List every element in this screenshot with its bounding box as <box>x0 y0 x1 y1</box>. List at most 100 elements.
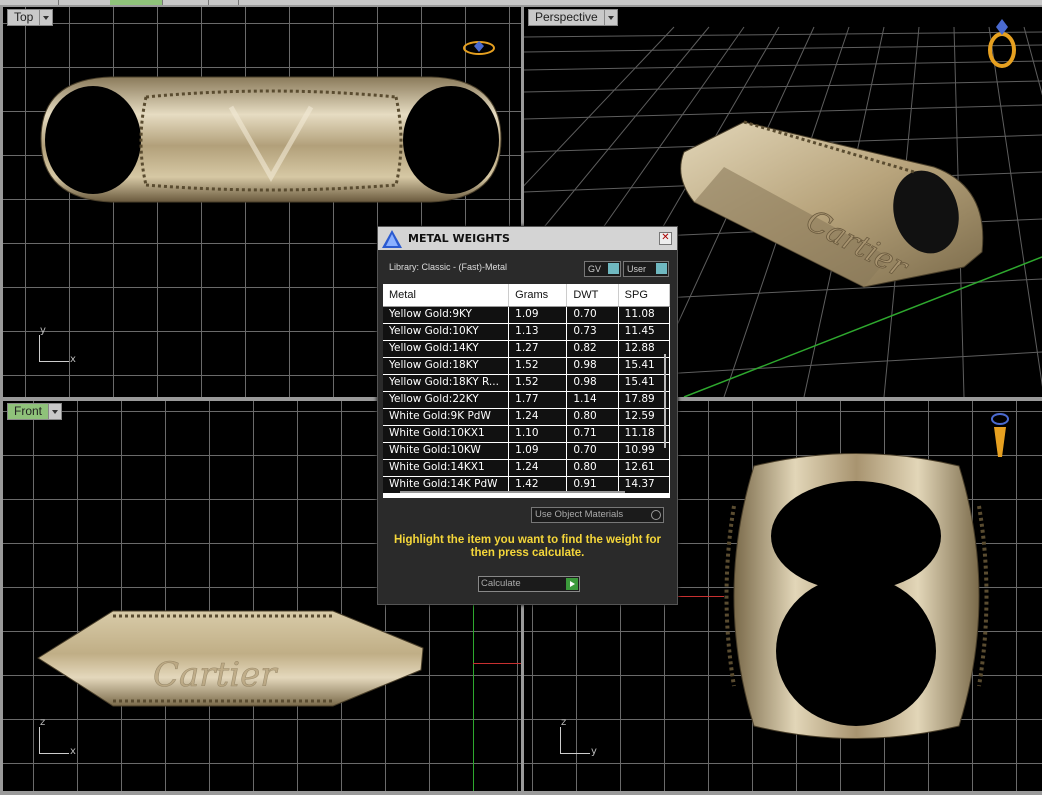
table-row[interactable]: Yellow Gold:18KY R... 1.52 0.98 15.41 <box>383 375 670 392</box>
cell-spg: 12.88 <box>619 341 670 357</box>
cell-grams: 1.77 <box>509 392 568 408</box>
cell-dwt: 0.82 <box>567 341 619 357</box>
viewport-top-label[interactable]: Top <box>7 9 54 26</box>
cell-dwt: 0.98 <box>567 375 619 391</box>
axis-label-a: z <box>561 717 567 728</box>
toggle-knob-icon <box>656 263 667 274</box>
engraving-text: Cartier <box>153 655 278 695</box>
table-row[interactable]: Yellow Gold:9KY 1.09 0.70 11.08 <box>383 307 670 324</box>
axis-label-b: x <box>70 354 76 365</box>
cell-metal: White Gold:10KW <box>383 443 510 459</box>
toggle-knob-icon <box>608 263 619 274</box>
col-header-metal[interactable]: Metal <box>383 284 510 306</box>
play-icon[interactable] <box>566 578 578 590</box>
cell-dwt: 0.70 <box>567 307 619 323</box>
instruction-text: Highlight the item you want to find the … <box>393 534 662 559</box>
cell-metal: Yellow Gold:22KY <box>383 392 510 408</box>
cell-metal: Yellow Gold:18KY R... <box>383 375 510 391</box>
table-row[interactable]: White Gold:9K PdW 1.24 0.80 12.59 <box>383 409 670 426</box>
cell-dwt: 0.73 <box>567 324 619 340</box>
close-icon[interactable]: ✕ <box>659 232 672 245</box>
table-row[interactable]: Yellow Gold:14KY 1.27 0.82 12.88 <box>383 341 670 358</box>
view-ring-icon[interactable] <box>461 37 497 59</box>
axis-label-a: y <box>40 325 46 336</box>
cell-dwt: 0.70 <box>567 443 619 459</box>
cell-spg: 14.37 <box>619 477 670 493</box>
cell-metal: White Gold:10KX1 <box>383 426 510 442</box>
table-row[interactable]: White Gold:10KW 1.09 0.70 10.99 <box>383 443 670 460</box>
cell-dwt: 1.14 <box>567 392 619 408</box>
axis-indicator: z y <box>557 717 597 759</box>
table-row[interactable]: Yellow Gold:22KY 1.77 1.14 17.89 <box>383 392 670 409</box>
cell-spg: 12.59 <box>619 409 670 425</box>
cell-spg: 11.18 <box>619 426 670 442</box>
col-header-spg[interactable]: SPG <box>619 284 670 306</box>
cell-spg: 11.45 <box>619 324 670 340</box>
cell-metal: Yellow Gold:9KY <box>383 307 510 323</box>
cell-grams: 1.27 <box>509 341 568 357</box>
app-logo-icon <box>382 230 402 248</box>
cell-spg: 10.99 <box>619 443 670 459</box>
library-label: Library: Classic - (Fast)-Metal <box>389 262 508 272</box>
user-toggle-label: User <box>627 264 647 274</box>
calculate-label: Calculate <box>481 578 521 589</box>
chevron-down-icon[interactable] <box>49 403 63 420</box>
table-row[interactable]: White Gold:10KX1 1.10 0.71 11.18 <box>383 426 670 443</box>
use-object-materials-option[interactable]: Use Object Materials <box>531 507 664 523</box>
table-row[interactable]: Yellow Gold:18KY 1.52 0.98 15.41 <box>383 358 670 375</box>
metal-weights-dialog: METAL WEIGHTS ✕ Library: Classic - (Fast… <box>377 226 678 605</box>
view-ring-icon[interactable] <box>982 15 1022 71</box>
ring-top-view <box>40 76 502 203</box>
axis-label-a: z <box>40 717 46 728</box>
gv-toggle[interactable]: GV <box>584 261 621 277</box>
col-header-dwt[interactable]: DWT <box>567 284 619 306</box>
horizontal-scrollbar[interactable] <box>400 491 625 493</box>
use-object-materials-label: Use Object Materials <box>535 509 624 520</box>
cell-grams: 1.52 <box>509 358 568 374</box>
cell-metal: Yellow Gold:14KY <box>383 341 510 357</box>
cell-grams: 1.24 <box>509 460 568 476</box>
cell-spg: 12.61 <box>619 460 670 476</box>
axis-indicator: z x <box>36 717 76 759</box>
viewport-perspective-title: Perspective <box>528 9 605 26</box>
table-row[interactable]: White Gold:14KX1 1.24 0.80 12.61 <box>383 460 670 477</box>
radio-icon[interactable] <box>651 510 661 520</box>
cell-metal: White Gold:9K PdW <box>383 409 510 425</box>
cell-grams: 1.09 <box>509 443 568 459</box>
chevron-down-icon[interactable] <box>604 9 618 26</box>
calculate-button[interactable]: Calculate <box>478 576 580 592</box>
view-ring-icon[interactable] <box>989 409 1011 465</box>
table-header: Metal Grams DWT SPG <box>383 284 670 307</box>
ring-perspective-view: Cartier <box>680 120 984 288</box>
user-toggle[interactable]: User <box>623 261 669 277</box>
axis-label-b: x <box>70 746 76 757</box>
cell-metal: Yellow Gold:18KY <box>383 358 510 374</box>
ring-right-view <box>724 453 989 739</box>
cell-spg: 15.41 <box>619 358 670 374</box>
vertical-scrollbar[interactable] <box>664 354 666 448</box>
cell-metal: Yellow Gold:10KY <box>383 324 510 340</box>
viewport-top-title: Top <box>7 9 41 26</box>
top-tab-strip <box>0 0 1042 5</box>
cell-grams: 1.24 <box>509 409 568 425</box>
viewport-front-label[interactable]: Front <box>7 403 63 420</box>
chevron-down-icon[interactable] <box>40 9 54 26</box>
axis-indicator: y x <box>36 325 76 367</box>
cell-grams: 1.09 <box>509 307 568 323</box>
cell-spg: 15.41 <box>619 375 670 391</box>
cell-metal: White Gold:14KX1 <box>383 460 510 476</box>
dialog-titlebar[interactable]: METAL WEIGHTS ✕ <box>378 227 677 250</box>
metal-table[interactable]: Metal Grams DWT SPG Yellow Gold:9KY 1.09 0… <box>383 284 670 498</box>
axis-label-b: y <box>591 746 597 757</box>
viewport-front-title: Front <box>7 403 50 420</box>
cell-spg: 11.08 <box>619 307 670 323</box>
viewport-perspective-label[interactable]: Perspective <box>528 9 618 26</box>
table-row[interactable]: Yellow Gold:10KY 1.13 0.73 11.45 <box>383 324 670 341</box>
cell-grams: 1.10 <box>509 426 568 442</box>
front-green-axis <box>473 601 474 791</box>
cell-grams: 1.13 <box>509 324 568 340</box>
cell-grams: 1.52 <box>509 375 568 391</box>
cell-spg: 17.89 <box>619 392 670 408</box>
col-header-grams[interactable]: Grams <box>509 284 568 306</box>
dialog-title: METAL WEIGHTS <box>408 232 510 245</box>
